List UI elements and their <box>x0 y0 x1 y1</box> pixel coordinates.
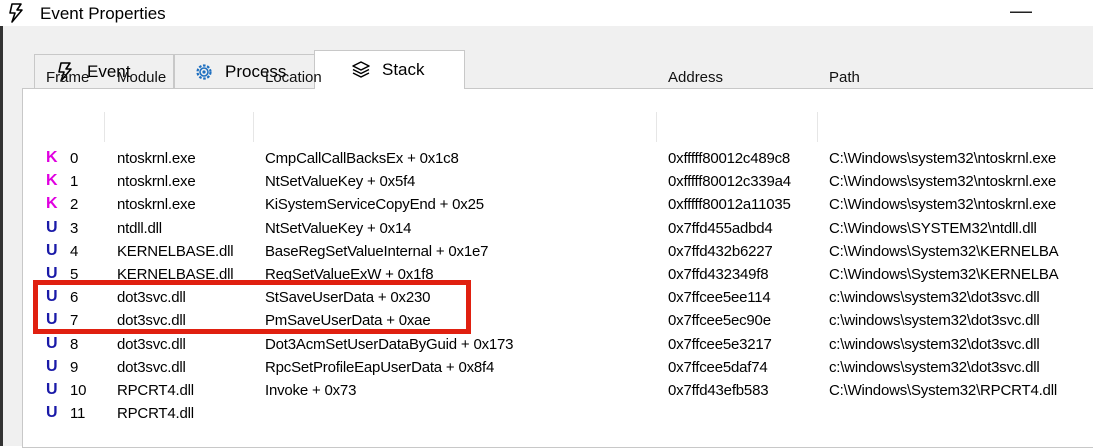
cell-frame: 10 <box>70 382 87 399</box>
table-row[interactable]: U 11 RPCRT4.dll <box>0 404 1093 427</box>
cell-path: C:\Windows\System32\KERNELBA <box>829 242 1059 260</box>
user-frame-marker: U <box>46 381 58 398</box>
column-header-path[interactable]: Path <box>829 69 860 86</box>
table-row[interactable]: U 9 dot3svc.dll RpcSetProfileEapUserData + … <box>0 357 1093 381</box>
cell-frame: 1 <box>70 173 79 191</box>
cell-module: dot3svc.dll <box>117 335 186 353</box>
cell-path: C:\Windows\system32\ntoskrnl.exe <box>829 173 1057 191</box>
cell-path: C:\Windows\System32\KERNELBA <box>829 266 1059 283</box>
cell-address: 0xfffff80012c339a4 <box>668 173 791 191</box>
cell-location: KiSystemServiceCopyEnd + 0x25 <box>265 196 484 214</box>
cell-path: c:\windows\system32\dot3svc.dll <box>829 335 1040 353</box>
cell-path: C:\Windows\SYSTEM32\ntdll.dll <box>829 219 1037 237</box>
user-frame-marker: U <box>46 357 58 375</box>
cell-path: C:\Windows\system32\ntoskrnl.exe <box>829 150 1057 167</box>
user-frame-marker: U <box>46 404 58 422</box>
cell-frame: 9 <box>70 358 79 376</box>
column-header-frame[interactable]: Frame <box>46 69 89 86</box>
cell-path: c:\windows\system32\dot3svc.dll <box>829 358 1040 376</box>
highlight-box <box>33 280 471 334</box>
table-row[interactable]: U 4 KERNELBASE.dll BaseRegSetValueInternal … <box>0 241 1093 265</box>
cell-location: Invoke + 0x73 <box>265 382 357 399</box>
cell-address: 0x7ffcee5ec90e <box>668 312 771 330</box>
cell-module: ntoskrnl.exe <box>117 150 196 167</box>
cell-path: c:\windows\system32\dot3svc.dll <box>829 289 1040 307</box>
cell-address: 0xfffff80012c489c8 <box>668 150 791 167</box>
cell-address: 0x7ffd455adbd4 <box>668 219 773 237</box>
cell-frame: 11 <box>70 405 86 423</box>
table-row[interactable]: U 8 dot3svc.dll Dot3AcmSetUserDataByGuid + … <box>0 334 1093 358</box>
kernel-frame-marker: K <box>46 195 58 213</box>
user-frame-marker: U <box>46 218 58 236</box>
cell-module: ntdll.dll <box>117 219 162 237</box>
cell-frame: 3 <box>70 219 79 237</box>
cell-module: ntoskrnl.exe <box>117 196 196 214</box>
table-row[interactable]: K 1 ntoskrnl.exe NtSetValueKey + 0x5f4 0xfff… <box>0 172 1093 195</box>
cell-frame: 4 <box>70 242 79 260</box>
cell-module: KERNELBASE.dll <box>117 242 234 260</box>
cell-location: NtSetValueKey + 0x14 <box>265 219 412 237</box>
column-divider[interactable] <box>253 112 254 142</box>
cell-location: CmpCallCallBacksEx + 0x1c8 <box>265 150 459 167</box>
cell-module: dot3svc.dll <box>117 358 186 376</box>
cell-location: RpcSetProfileEapUserData + 0x8f4 <box>265 358 495 376</box>
cell-module: RPCRT4.dll <box>117 405 194 423</box>
kernel-frame-marker: K <box>46 172 58 190</box>
cell-address: 0x7ffcee5daf74 <box>668 358 768 376</box>
table-row[interactable]: K 0 ntoskrnl.exe CmpCallCallBacksEx + 0x1c8… <box>0 149 1093 172</box>
column-divider[interactable] <box>656 112 657 142</box>
column-header-address[interactable]: Address <box>668 69 723 86</box>
column-divider[interactable] <box>817 112 818 142</box>
cell-frame: 8 <box>70 335 79 353</box>
cell-address: 0x7ffcee5e3217 <box>668 335 772 353</box>
table-row[interactable]: U 10 RPCRT4.dll Invoke + 0x73 0x7ffd43efb583… <box>0 381 1093 404</box>
cell-location: Dot3AcmSetUserDataByGuid + 0x173 <box>265 335 514 353</box>
cell-location: BaseRegSetValueInternal + 0x1e7 <box>265 242 489 260</box>
user-frame-marker: U <box>46 334 58 352</box>
cell-address: 0x7ffd432b6227 <box>668 242 773 260</box>
cell-path: C:\Windows\System32\RPCRT4.dll <box>829 382 1057 399</box>
cell-module: RPCRT4.dll <box>117 382 194 399</box>
column-divider[interactable] <box>104 112 105 142</box>
column-header-module[interactable]: Module <box>117 69 166 86</box>
cell-module: ntoskrnl.exe <box>117 173 196 191</box>
cell-location: NtSetValueKey + 0x5f4 <box>265 173 416 191</box>
column-header-location[interactable]: Location <box>265 69 322 86</box>
cell-frame: 2 <box>70 196 79 214</box>
cell-path: C:\Windows\system32\ntoskrnl.exe <box>829 196 1057 214</box>
stack-table: Frame Module Location Address Path K 0 nto… <box>0 0 1093 446</box>
cell-address: 0x7ffd432349f8 <box>668 266 769 283</box>
cell-address: 0x7ffcee5ee114 <box>668 289 771 307</box>
cell-frame: 0 <box>70 150 79 167</box>
table-row[interactable]: K 2 ntoskrnl.exe KiSystemServiceCopyEnd + 0… <box>0 195 1093 218</box>
table-row[interactable]: U 3 ntdll.dll NtSetValueKey + 0x14 0x7ffd455… <box>0 218 1093 242</box>
cell-path: c:\windows\system32\dot3svc.dll <box>829 312 1040 330</box>
user-frame-marker: U <box>46 241 58 259</box>
cell-address: 0xfffff80012a11035 <box>668 196 791 214</box>
cell-address: 0x7ffd43efb583 <box>668 382 769 399</box>
kernel-frame-marker: K <box>46 149 58 166</box>
